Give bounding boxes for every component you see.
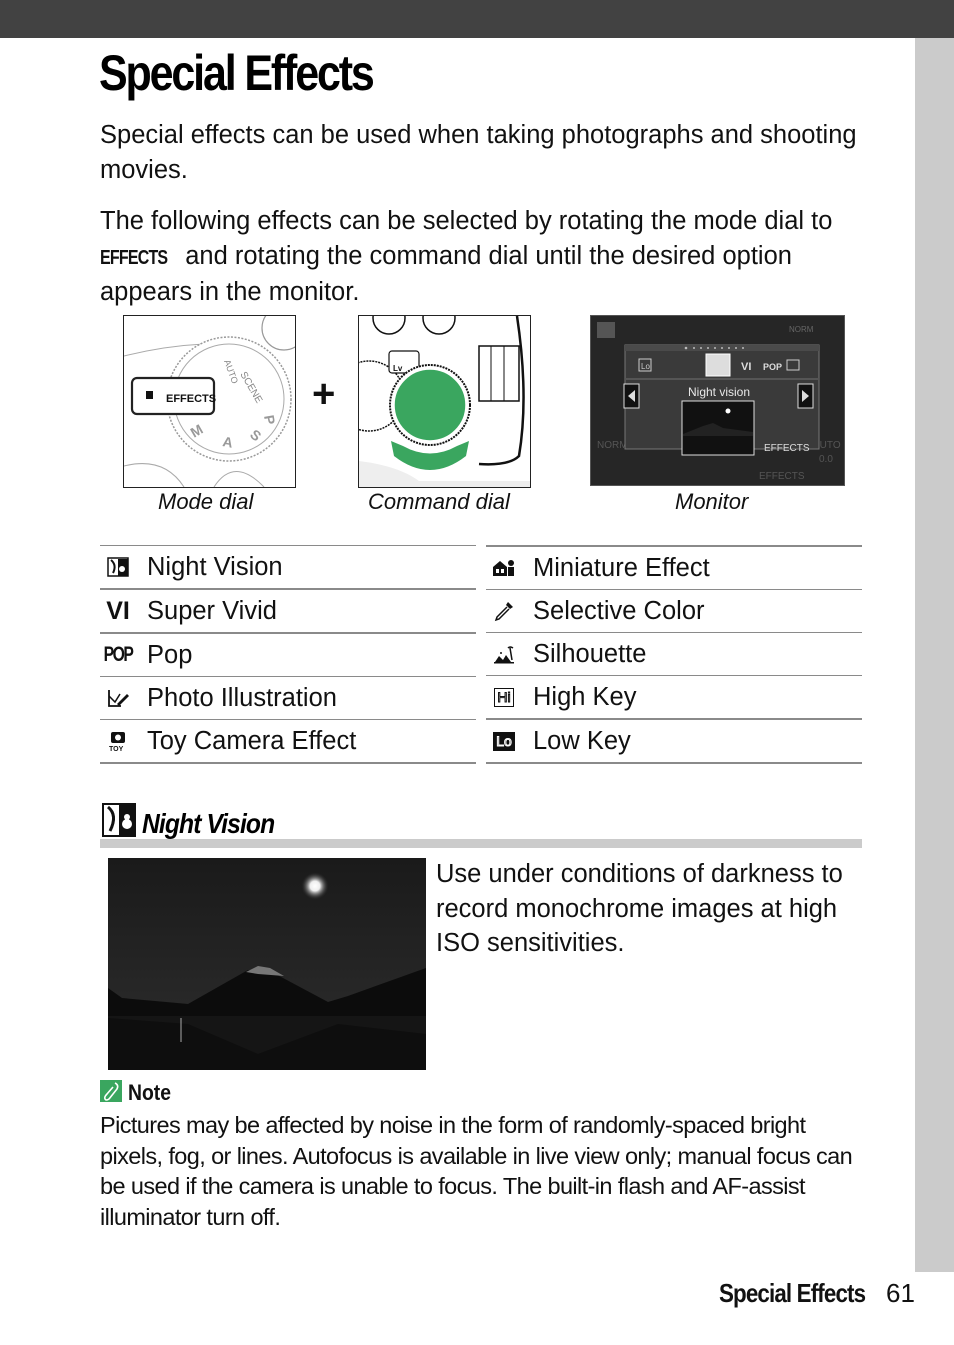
footer-section-title: Special Effects [719, 1278, 866, 1308]
instructions-paragraph: The following effects can be selected by… [100, 204, 860, 310]
effect-label: Miniature Effect [533, 553, 710, 582]
section-header: Night Vision [100, 800, 862, 848]
chapter-side-tab [915, 38, 954, 1272]
monitor-screen: NORM NORM AUTO 0.0 EFFECTS Lo VI POP Nig… [591, 316, 844, 485]
monitor-night-vision-icon [705, 353, 731, 377]
monitor-mode-label: EFFECTS [764, 443, 810, 454]
effect-row: TOY Toy Camera Effect [100, 719, 476, 764]
page-number: 61 [886, 1278, 915, 1308]
effect-label: Night Vision [147, 552, 283, 581]
miniature-effect-icon [486, 558, 522, 578]
note-pencil-icon [100, 1080, 122, 1106]
svg-text:Lo: Lo [641, 362, 650, 371]
effects-mode-symbol: EFFECTS [100, 246, 168, 269]
effect-row: Silhouette [486, 632, 862, 675]
silhouette-icon [486, 644, 522, 664]
effect-label: Silhouette [533, 639, 647, 668]
monitor-effect-name: Night vision [688, 385, 750, 399]
effects-list-right: Miniature Effect Selective Color Silhoue… [486, 545, 862, 764]
toy-camera-icon: TOY [100, 730, 136, 752]
effect-row: Selective Color [486, 589, 862, 632]
lv-button-label: Lv [393, 364, 403, 373]
effect-row: Lo Low Key [486, 718, 862, 764]
command-dial-figure: Lv [358, 315, 531, 488]
intro-paragraph: Special effects can be used when taking … [100, 121, 857, 184]
caption-mode-dial: Mode dial [158, 489, 254, 514]
effect-label: Super Vivid [147, 596, 277, 625]
command-dial-wheel [393, 368, 467, 442]
svg-text:TOY: TOY [109, 746, 124, 752]
night-vision-icon [102, 803, 136, 841]
mode-dial-illustration: AUTO SCENE P S A M EFFECTS [124, 316, 295, 487]
caption-command-dial: Command dial [368, 489, 510, 514]
section-rule [100, 839, 862, 848]
monitor-vi-icon: VI [741, 361, 751, 373]
effect-row: Miniature Effect [486, 545, 862, 589]
effect-row: POP Pop [100, 632, 476, 676]
instructions-text-after: and rotating the command dial until the … [100, 241, 792, 307]
caption-monitor: Monitor [675, 489, 749, 514]
effect-label: Pop [147, 640, 193, 669]
monitor-footer-effects: EFFECTS [759, 471, 805, 482]
section-title: Night Vision [142, 808, 275, 839]
effect-label: Low Key [533, 726, 631, 755]
night-vision-sample-photo [108, 858, 426, 1070]
night-vision-icon [100, 557, 136, 577]
plus-sign: + [312, 372, 336, 416]
effect-label: Toy Camera Effect [147, 726, 357, 755]
effect-row: Hi High Key [486, 675, 862, 718]
mode-dial-figure: AUTO SCENE P S A M EFFECTS [123, 315, 296, 488]
effect-label: Photo Illustration [147, 683, 337, 712]
monitor-quality-hint: NORM [789, 325, 814, 334]
monitor-figure: NORM NORM AUTO 0.0 EFFECTS Lo VI POP Nig… [590, 315, 845, 486]
command-dial-illustration: Lv [359, 316, 530, 487]
photo-illustration-icon [100, 688, 136, 708]
effect-row: VI Super Vivid [100, 588, 476, 632]
note-body: Pictures may be affected by noise in the… [100, 1112, 853, 1230]
super-vivid-icon: VI [106, 596, 130, 625]
note-header: Note [100, 1080, 177, 1106]
dial-effects-label: EFFECTS [166, 393, 216, 405]
page-title: Special Effects [99, 45, 375, 101]
selective-color-icon [486, 600, 522, 622]
section-description: Use under conditions of darkness to reco… [436, 860, 843, 957]
pop-icon: POP [103, 643, 134, 666]
low-key-icon: Lo [486, 731, 522, 751]
effects-list-left: Night Vision VI Super Vivid POP Pop Phot… [100, 545, 476, 764]
instructions-text-before: The following effects can be selected by… [100, 207, 833, 235]
monitor-pop-icon: POP [763, 362, 782, 372]
monitor-exposure: 0.0 [819, 454, 833, 465]
high-key-icon: Hi [486, 687, 522, 707]
effect-row: Night Vision [100, 545, 476, 588]
top-bar [0, 0, 954, 38]
note-title: Note [128, 1080, 172, 1105]
effect-row: Photo Illustration [100, 676, 476, 719]
effect-label: High Key [533, 682, 637, 711]
monitor-quality: NORM [597, 440, 628, 451]
effect-label: Selective Color [533, 596, 705, 625]
